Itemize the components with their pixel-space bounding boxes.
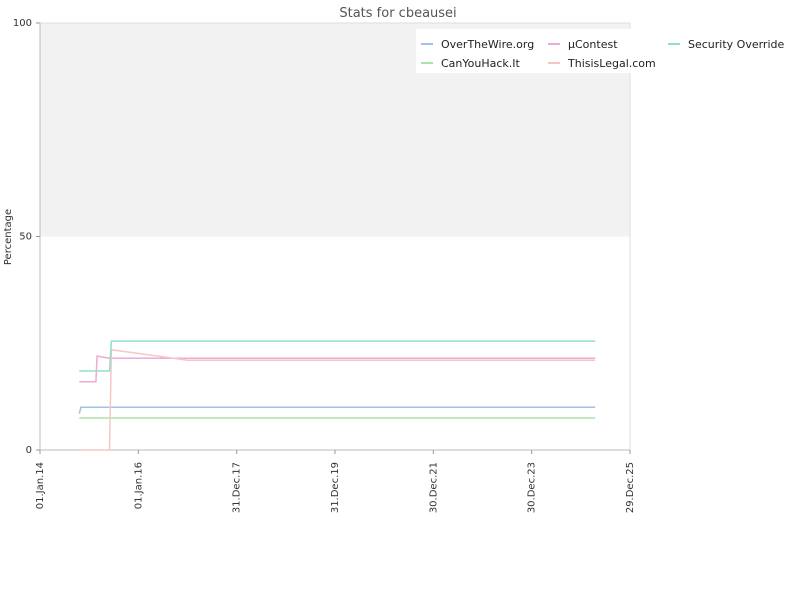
y-tick-label: 0 xyxy=(26,445,32,456)
x-tick-label: 01.Jan.16 xyxy=(133,462,144,509)
x-tick-label: 30.Dec.21 xyxy=(428,462,439,513)
x-tick-label: 01.Jan.14 xyxy=(35,462,46,509)
x-tick-label: 30.Dec.23 xyxy=(527,462,538,513)
x-tick-label: 29.Dec.25 xyxy=(625,462,636,513)
y-tick-label: 50 xyxy=(19,232,32,243)
y-axis-label: Percentage xyxy=(3,209,14,265)
x-tick-label: 31.Dec.19 xyxy=(330,462,341,513)
legend-label: Security Override xyxy=(688,38,784,51)
chart: Stats for cbeausei Percentage 0 50 100 01.J… xyxy=(3,6,784,513)
x-tick-label: 31.Dec.17 xyxy=(232,462,243,513)
series-line xyxy=(78,406,596,414)
legend-label: CanYouHack.It xyxy=(441,57,521,70)
chart-title: Stats for cbeausei xyxy=(339,6,456,21)
plot-area: 0 50 100 01.Jan.14 01.Jan.16 31.Dec.17 31.Dec.… xyxy=(13,18,636,513)
legend-label: OverTheWire.org xyxy=(441,38,534,51)
y-tick-label: 100 xyxy=(13,18,32,29)
legend: OverTheWire.org µContest Security Override… xyxy=(416,29,784,73)
legend-label: µContest xyxy=(568,38,618,51)
series-line xyxy=(79,348,596,451)
legend-label: ThisisLegal.com xyxy=(567,57,656,70)
